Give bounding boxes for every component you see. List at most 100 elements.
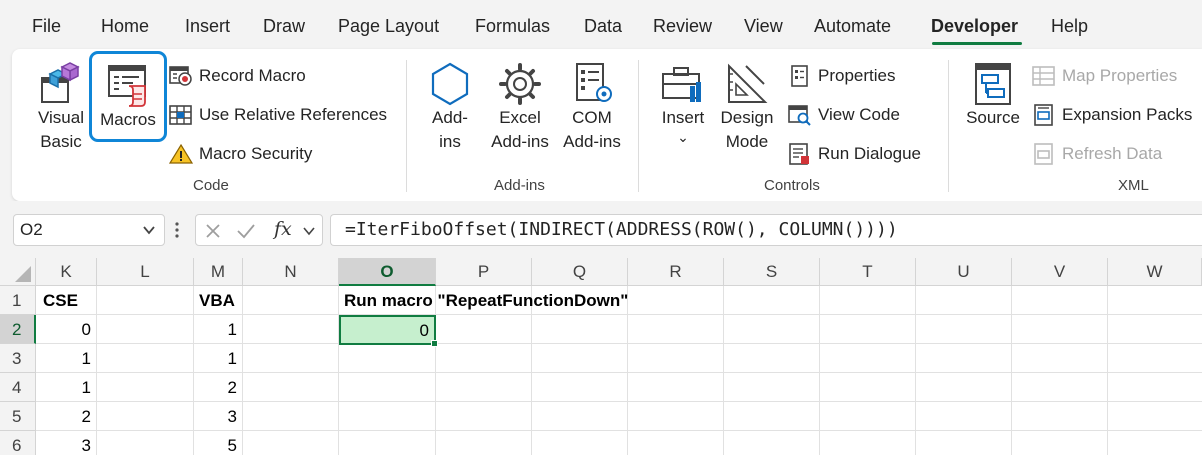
visual-basic-icon <box>41 62 80 103</box>
visual-basic-label-1: Visual <box>38 108 84 127</box>
macros-label: Macros <box>100 110 156 129</box>
source-button[interactable]: Source <box>962 62 1024 130</box>
tab-draw[interactable]: Draw <box>263 16 305 37</box>
macros-button[interactable]: Macros <box>89 51 167 142</box>
record-macro-button[interactable]: Record Macro <box>169 62 306 90</box>
column-header-k[interactable]: K <box>36 258 97 286</box>
refresh-data-icon <box>1034 143 1053 165</box>
com-add-ins-label-1: COM <box>572 108 612 127</box>
visual-basic-button[interactable]: Visual Basic <box>33 60 89 154</box>
chevron-down-icon[interactable] <box>142 223 156 237</box>
map-properties-icon <box>1032 66 1055 86</box>
cell-m6[interactable]: 5 <box>194 431 242 455</box>
tab-home[interactable]: Home <box>101 16 149 37</box>
column-header-u[interactable]: U <box>916 258 1012 286</box>
view-code-icon <box>788 105 811 126</box>
add-ins-button[interactable]: Add- ins <box>424 62 476 154</box>
row-header-4[interactable]: 4 <box>0 373 36 402</box>
view-code-label: View Code <box>818 105 900 124</box>
column-header-q[interactable]: Q <box>532 258 628 286</box>
run-dialogue-button[interactable]: Run Dialogue <box>788 140 921 168</box>
tab-automate[interactable]: Automate <box>814 16 891 37</box>
tab-formulas[interactable]: Formulas <box>475 16 550 37</box>
run-dialogue-icon <box>789 143 809 165</box>
code-group-label: Code <box>193 177 229 194</box>
cell-k5[interactable]: 2 <box>36 402 96 431</box>
row-header-3[interactable]: 3 <box>0 344 36 373</box>
excel-add-ins-button[interactable]: Excel Add-ins <box>485 62 555 154</box>
tab-insert[interactable]: Insert <box>185 16 230 37</box>
tab-help[interactable]: Help <box>1051 16 1088 37</box>
cell-k3[interactable]: 1 <box>36 344 96 373</box>
active-cell-o2[interactable]: 0 <box>339 315 436 345</box>
run-dialogue-label: Run Dialogue <box>818 144 922 163</box>
select-all-corner[interactable] <box>0 258 36 286</box>
chevron-down-icon: ⌄ <box>677 129 689 145</box>
column-header-p[interactable]: P <box>436 258 532 286</box>
properties-button[interactable]: Properties <box>788 62 895 90</box>
com-add-ins-label-2: Add-ins <box>563 132 621 151</box>
cell-o2-value: 0 <box>419 321 429 340</box>
cell-k4[interactable]: 1 <box>36 373 96 402</box>
cell-k1[interactable]: CSE <box>38 286 83 315</box>
cell-m5[interactable]: 3 <box>194 402 242 431</box>
tab-review[interactable]: Review <box>653 16 712 37</box>
tab-developer[interactable]: Developer <box>931 16 1018 37</box>
column-header-t[interactable]: T <box>820 258 916 286</box>
row-header-2[interactable]: 2 <box>0 315 36 344</box>
name-box[interactable]: O2 <box>13 214 165 246</box>
refresh-data-button[interactable]: Refresh Data <box>1032 140 1162 168</box>
tab-page-layout[interactable]: Page Layout <box>338 16 439 37</box>
formula-bar: O2 fx =IterFiboOffset(INDIRECT(ADDRESS(R… <box>0 201 1202 258</box>
warning-icon <box>169 143 193 164</box>
design-mode-button[interactable]: Design Mode <box>717 62 777 154</box>
expansion-packs-button[interactable]: Expansion Packs <box>1032 101 1192 129</box>
cell-m4[interactable]: 2 <box>194 373 242 402</box>
cell-k2[interactable]: 0 <box>36 315 96 344</box>
column-header-o[interactable]: O <box>339 258 436 286</box>
cell-o1[interactable]: Run macro "RepeatFunctionDown" <box>339 286 633 315</box>
tab-file[interactable]: File <box>32 16 61 37</box>
insert-control-button[interactable]: Insert ⌄ <box>657 62 709 144</box>
record-macro-icon <box>169 66 192 86</box>
map-properties-label: Map Properties <box>1062 66 1178 85</box>
column-header-r[interactable]: R <box>628 258 724 286</box>
worksheet-grid[interactable]: K L M N O P Q R S T U V W 1 2 3 4 5 6 CS… <box>0 258 1202 455</box>
cell-m2[interactable]: 1 <box>194 315 242 344</box>
column-header-l[interactable]: L <box>97 258 194 286</box>
com-add-ins-button[interactable]: COM Add-ins <box>558 62 626 154</box>
formula-input[interactable]: =IterFiboOffset(INDIRECT(ADDRESS(ROW(), … <box>330 214 1202 246</box>
macro-security-button[interactable]: Macro Security <box>169 140 312 168</box>
cancel-icon[interactable] <box>204 222 222 240</box>
ribbon-separator <box>406 60 407 192</box>
chevron-down-icon[interactable] <box>302 224 316 238</box>
cell-m3[interactable]: 1 <box>194 344 242 373</box>
column-header-v[interactable]: V <box>1012 258 1108 286</box>
column-header-s[interactable]: S <box>724 258 820 286</box>
add-ins-group-label: Add-ins <box>494 177 545 194</box>
insert-function-icon[interactable]: fx <box>274 218 292 240</box>
ribbon-separator <box>948 60 949 192</box>
enter-check-icon[interactable] <box>236 222 256 240</box>
add-ins-label-2: ins <box>439 132 461 151</box>
tab-data[interactable]: Data <box>584 16 622 37</box>
map-properties-button[interactable]: Map Properties <box>1032 62 1177 90</box>
use-relative-references-button[interactable]: Use Relative References <box>169 101 387 129</box>
macro-security-label: Macro Security <box>199 144 313 163</box>
cell-k6[interactable]: 3 <box>36 431 96 455</box>
relative-references-icon <box>169 105 192 125</box>
cell-m1[interactable]: VBA <box>194 286 240 315</box>
column-header-n[interactable]: N <box>243 258 339 286</box>
use-relative-references-label: Use Relative References <box>199 105 388 124</box>
view-code-button[interactable]: View Code <box>788 101 900 129</box>
fill-handle[interactable] <box>431 340 438 347</box>
row-header-5[interactable]: 5 <box>0 402 36 431</box>
ribbon-separator <box>638 60 639 192</box>
column-header-m[interactable]: M <box>194 258 243 286</box>
tab-view[interactable]: View <box>744 16 783 37</box>
more-options-icon[interactable] <box>174 221 180 239</box>
row-header-1[interactable]: 1 <box>0 286 36 315</box>
row-header-6[interactable]: 6 <box>0 431 36 455</box>
column-header-w[interactable]: W <box>1108 258 1202 286</box>
active-tab-indicator <box>932 42 1022 45</box>
